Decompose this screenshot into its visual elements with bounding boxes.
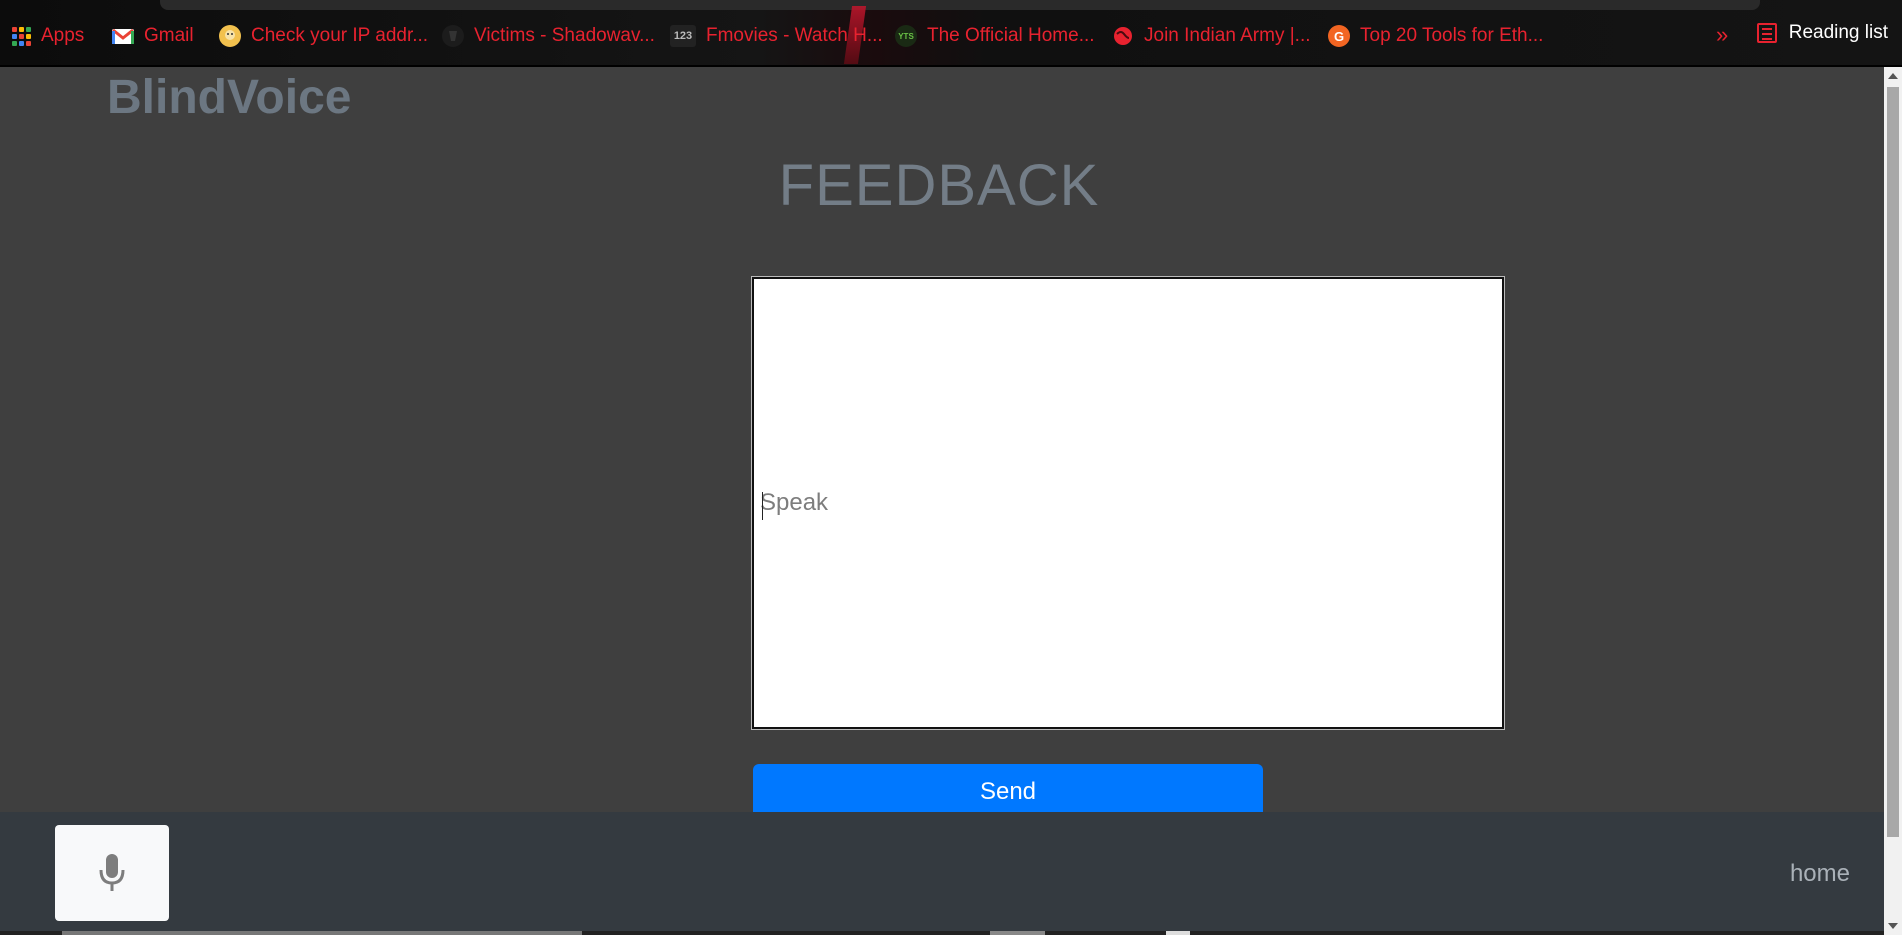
vertical-scrollbar[interactable]: [1884, 67, 1902, 935]
bookmark-fmovies[interactable]: 123 Fmovies - Watch H...: [670, 22, 883, 50]
bookmark-label: Victims - Shadowav...: [474, 25, 655, 46]
more-bookmarks-chevron-icon[interactable]: »: [1716, 22, 1728, 48]
bookmark-label: Fmovies - Watch H...: [706, 25, 883, 46]
bookmark-indian-army[interactable]: Join Indian Army |...: [1112, 22, 1311, 50]
taskbar-strip: [0, 931, 1884, 935]
g-circle-icon: G: [1328, 25, 1350, 47]
bookmarks-bar: Apps Gmail Check your IP addr... Victims…: [0, 0, 1902, 67]
strip-segment: [990, 931, 1045, 935]
text-caret: [762, 492, 763, 520]
reading-list-icon: [1756, 23, 1777, 43]
bookmark-top-tools[interactable]: G Top 20 Tools for Eth...: [1328, 22, 1543, 50]
scroll-up-arrow-icon[interactable]: [1888, 73, 1898, 79]
mic-button[interactable]: [55, 825, 169, 921]
page-title: FEEDBACK: [778, 153, 1100, 218]
globe-icon: [1112, 25, 1134, 47]
bookmark-gmail[interactable]: Gmail: [112, 22, 194, 50]
reading-list-button[interactable]: Reading list: [1756, 22, 1888, 44]
bookmark-label: The Official Home...: [927, 25, 1095, 46]
feedback-textarea[interactable]: [754, 279, 1502, 727]
bookmark-label: Apps: [41, 25, 85, 46]
address-bar-strip: [160, 0, 1760, 10]
bookmark-yts[interactable]: YTS The Official Home...: [895, 22, 1095, 50]
strip-segment: [1166, 931, 1190, 935]
ip-check-icon: [219, 25, 241, 47]
gmail-icon: [112, 25, 134, 47]
scrollbar-thumb[interactable]: [1887, 87, 1899, 837]
yts-icon: YTS: [895, 25, 917, 47]
fmovies-icon: 123: [670, 25, 696, 47]
shadow-icon: [442, 25, 464, 47]
bookmark-apps[interactable]: Apps: [12, 22, 84, 50]
scroll-down-arrow-icon[interactable]: [1888, 923, 1898, 929]
bookmark-ip-check[interactable]: Check your IP addr...: [219, 22, 428, 50]
brand-logo[interactable]: BlindVoice: [107, 70, 351, 125]
bookmark-label: Gmail: [144, 25, 194, 46]
reading-list-label: Reading list: [1788, 22, 1888, 43]
footer-bar: home: [0, 812, 1884, 935]
strip-segment: [62, 931, 582, 935]
bookmark-label: Check your IP addr...: [251, 25, 429, 46]
microphone-icon: [99, 854, 125, 891]
bookmark-shadow[interactable]: Victims - Shadowav...: [442, 22, 655, 50]
feedback-box: [751, 276, 1505, 730]
apps-grid-icon: [12, 26, 31, 46]
bookmark-label: Top 20 Tools for Eth...: [1360, 25, 1544, 46]
home-link[interactable]: home: [1790, 860, 1850, 888]
bookmark-label: Join Indian Army |...: [1144, 25, 1311, 46]
